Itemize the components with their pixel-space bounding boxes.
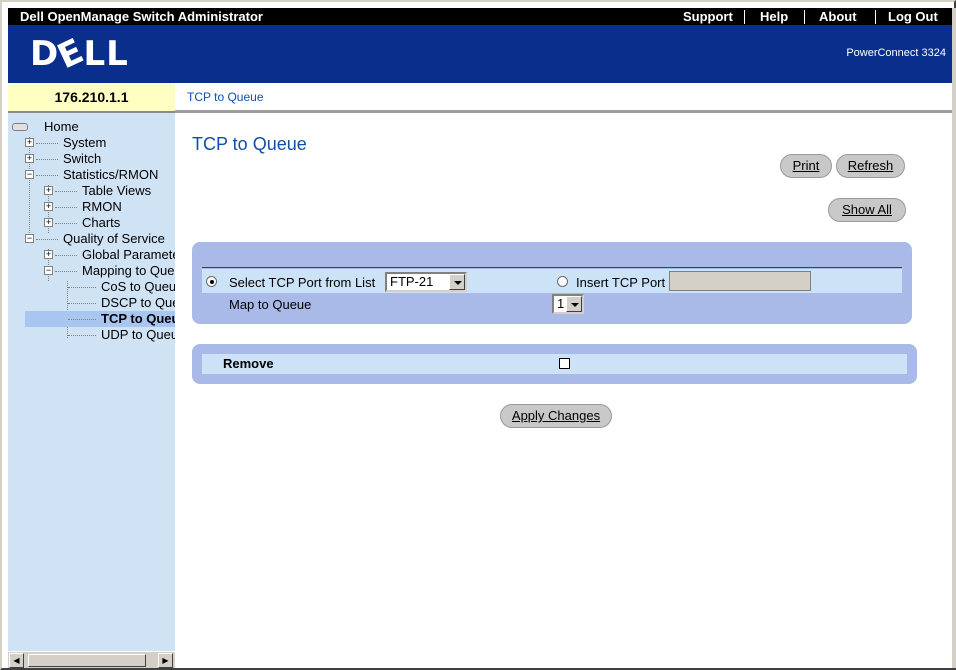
expand-icon: +	[44, 185, 53, 195]
tree-item-home[interactable]: Home	[8, 119, 175, 135]
insert-port-label: Insert TCP Port	[576, 275, 666, 290]
divider	[804, 10, 805, 24]
tree-item-label: RMON	[82, 199, 122, 214]
tree-line	[55, 207, 77, 208]
remove-label: Remove	[223, 356, 274, 371]
tree-line	[36, 175, 58, 176]
tree-item-statistics[interactable]: − Statistics/RMON	[8, 167, 175, 183]
model-name: PowerConnect 3324	[846, 47, 946, 59]
divider	[202, 267, 902, 268]
chevron-down-icon	[566, 296, 582, 312]
content-area: TCP to Queue Print Refresh Show All Sele…	[175, 116, 952, 668]
navigation-tree: Home + System + Switch − Statistics/RMON…	[8, 113, 175, 651]
horizontal-scrollbar[interactable]: ◀ ▶	[8, 651, 175, 668]
device-ip: 176.210.1.1	[8, 83, 175, 113]
scroll-right-icon[interactable]: ▶	[158, 653, 173, 668]
expand-icon: +	[44, 201, 53, 211]
collapse-icon: −	[25, 233, 34, 243]
tree-item-qos[interactable]: − Quality of Service	[8, 231, 175, 247]
tree-item-global-parameters[interactable]: + Global Parameters	[8, 247, 175, 263]
expand-icon: +	[44, 249, 53, 259]
page-title: TCP to Queue	[192, 134, 307, 154]
tree-item-cos[interactable]: CoS to Queue	[8, 279, 175, 295]
drive-icon	[12, 123, 28, 131]
tree-line	[36, 159, 58, 160]
queue-select-value: 1	[557, 296, 565, 311]
tree-item-label: Home	[44, 119, 79, 134]
tree-item-label: Global Parameters	[82, 247, 175, 262]
chevron-down-icon	[449, 274, 465, 290]
tree-item-charts[interactable]: + Charts	[8, 215, 175, 231]
tree-line	[55, 191, 77, 192]
tree-line	[68, 303, 96, 304]
remove-row: Remove	[202, 354, 907, 374]
select-port-radio[interactable]	[206, 276, 217, 287]
about-link[interactable]: About	[819, 9, 857, 24]
tree-item-label: System	[63, 135, 107, 150]
tcp-port-select-value: FTP-21	[390, 274, 434, 289]
tree-item-label: Table Views	[82, 183, 152, 198]
tree-item-table-views[interactable]: + Table Views	[8, 183, 175, 199]
select-port-label: Select TCP Port from List	[229, 275, 376, 290]
window-edge	[952, 8, 956, 668]
expand-icon: +	[44, 217, 53, 227]
app-title: Dell OpenManage Switch Administrator	[20, 9, 263, 24]
show-all-button[interactable]: Show All	[828, 198, 906, 222]
breadcrumb-bar: TCP to Queue	[175, 83, 952, 113]
tree-line	[68, 287, 96, 288]
tree-item-tcp[interactable]: TCP to Queue	[25, 311, 175, 327]
browser-window: Dell OpenManage Switch Administrator Sup…	[0, 0, 956, 670]
collapse-icon: −	[25, 169, 34, 179]
tree-line	[55, 223, 77, 224]
top-bar: Dell OpenManage Switch Administrator Sup…	[8, 8, 952, 25]
scroll-left-icon[interactable]: ◀	[9, 653, 24, 668]
queue-select[interactable]: 1	[552, 294, 584, 314]
dell-logo: DELL	[30, 30, 129, 78]
tree-item-rmon[interactable]: + RMON	[8, 199, 175, 215]
radio-dot-icon	[210, 280, 214, 284]
insert-port-radio[interactable]	[557, 276, 568, 287]
tree-line	[68, 319, 96, 320]
support-link[interactable]: Support	[683, 9, 733, 24]
help-link[interactable]: Help	[760, 9, 788, 24]
tree-line	[36, 239, 58, 240]
collapse-icon: −	[44, 265, 53, 275]
tree-item-label: Mapping to Queue	[82, 263, 175, 278]
tree-item-label: Charts	[82, 215, 121, 230]
tree-item-label: Switch	[63, 151, 102, 166]
tree-item-system[interactable]: + System	[8, 135, 175, 151]
apply-changes-button[interactable]: Apply Changes	[500, 404, 612, 428]
tree-item-label: TCP to Queue	[101, 311, 175, 326]
breadcrumb: TCP to Queue	[187, 90, 264, 104]
banner: DELL PowerConnect 3324	[8, 25, 952, 83]
scroll-thumb[interactable]	[28, 654, 146, 667]
divider	[744, 10, 745, 24]
refresh-button[interactable]: Refresh	[836, 154, 905, 178]
tree-item-label: Quality of Service	[63, 231, 165, 246]
tree-item-label: CoS to Queue	[101, 279, 175, 294]
tree-item-udp[interactable]: UDP to Queue	[8, 327, 175, 343]
tree-line	[55, 255, 77, 256]
tcp-port-select[interactable]: FTP-21	[385, 272, 467, 292]
tree-line	[68, 335, 96, 336]
tree-item-dscp[interactable]: DSCP to Queue	[8, 295, 175, 311]
print-button[interactable]: Print	[780, 154, 832, 178]
map-queue-label: Map to Queue	[229, 297, 312, 312]
tcp-port-input[interactable]	[669, 271, 811, 291]
tree-item-label: UDP to Queue	[101, 327, 175, 342]
divider	[875, 10, 876, 24]
expand-icon: +	[25, 137, 34, 147]
logout-link[interactable]: Log Out	[888, 9, 938, 24]
tree-item-switch[interactable]: + Switch	[8, 151, 175, 167]
tree-line	[55, 271, 77, 272]
tree-line	[36, 143, 58, 144]
tree-item-mapping[interactable]: − Mapping to Queue	[8, 263, 175, 279]
remove-checkbox[interactable]	[559, 358, 570, 369]
remove-panel: Remove	[192, 344, 917, 384]
tree-item-label: DSCP to Queue	[101, 295, 175, 310]
tree-item-label: Statistics/RMON	[63, 167, 159, 182]
expand-icon: +	[25, 153, 34, 163]
